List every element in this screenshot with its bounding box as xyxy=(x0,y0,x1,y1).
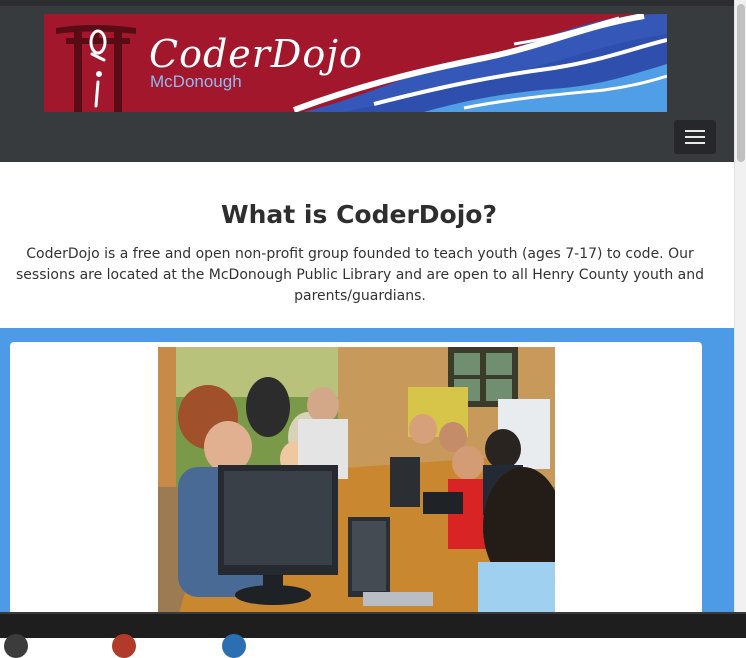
menu-bar-1 xyxy=(685,130,705,132)
menu-bar-2 xyxy=(685,136,705,138)
coderdojo-banner-logo[interactable]: CoderDojo McDonough xyxy=(44,14,667,112)
photo-card xyxy=(10,342,702,612)
intro-paragraph: CoderDojo is a free and open non-profit … xyxy=(16,246,704,304)
vertical-scrollbar[interactable] xyxy=(734,0,746,612)
logo-title: CoderDojo xyxy=(149,32,363,76)
taskbar xyxy=(0,612,746,658)
scrollbar-thumb[interactable] xyxy=(737,4,745,162)
menu-bar-3 xyxy=(685,142,705,144)
photo-section xyxy=(0,328,734,612)
intro-section: What is CoderDojo? CoderDojo is a free a… xyxy=(0,162,734,328)
coding-session-photo xyxy=(158,347,555,612)
logo-subtitle: McDonough xyxy=(150,72,242,91)
hamburger-menu-button[interactable] xyxy=(674,120,716,154)
site-header: CoderDojo McDonough xyxy=(0,0,734,162)
browser-viewport: CoderDojo McDonough What is CoderDojo? C… xyxy=(0,0,734,612)
photo-illustration xyxy=(158,347,555,612)
page-title: What is CoderDojo? xyxy=(221,200,497,229)
